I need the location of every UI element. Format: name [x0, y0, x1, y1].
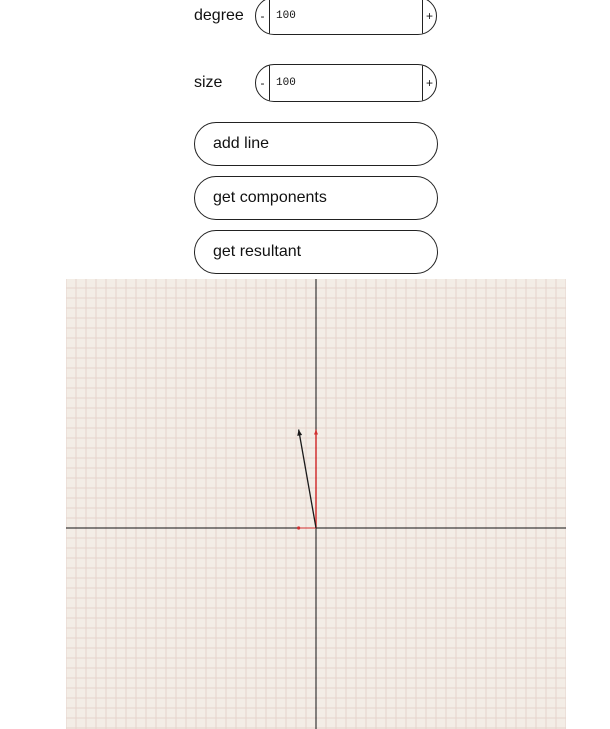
size-stepper[interactable]: - +	[255, 64, 437, 102]
degree-decrement-button[interactable]: -	[256, 0, 270, 34]
degree-row: degree - +	[194, 0, 438, 35]
vector-canvas[interactable]	[66, 279, 566, 729]
size-label: size	[194, 74, 223, 91]
size-decrement-button[interactable]: -	[256, 65, 270, 101]
vector-plot	[66, 279, 566, 729]
size-increment-button[interactable]: +	[422, 65, 436, 101]
degree-input[interactable]	[270, 0, 422, 34]
vector-arrowhead	[297, 429, 303, 436]
degree-increment-button[interactable]: +	[422, 0, 436, 34]
degree-stepper[interactable]: - +	[255, 0, 437, 35]
vector-line	[297, 429, 317, 529]
degree-label: degree	[194, 7, 244, 24]
component-x-head	[297, 526, 301, 530]
get-resultant-button[interactable]: get resultant	[194, 230, 438, 274]
component-y-head	[314, 429, 318, 435]
add-line-button[interactable]: add line	[194, 122, 438, 166]
size-input[interactable]	[270, 65, 422, 101]
get-components-button[interactable]: get components	[194, 176, 438, 220]
size-row: size - +	[194, 64, 438, 102]
